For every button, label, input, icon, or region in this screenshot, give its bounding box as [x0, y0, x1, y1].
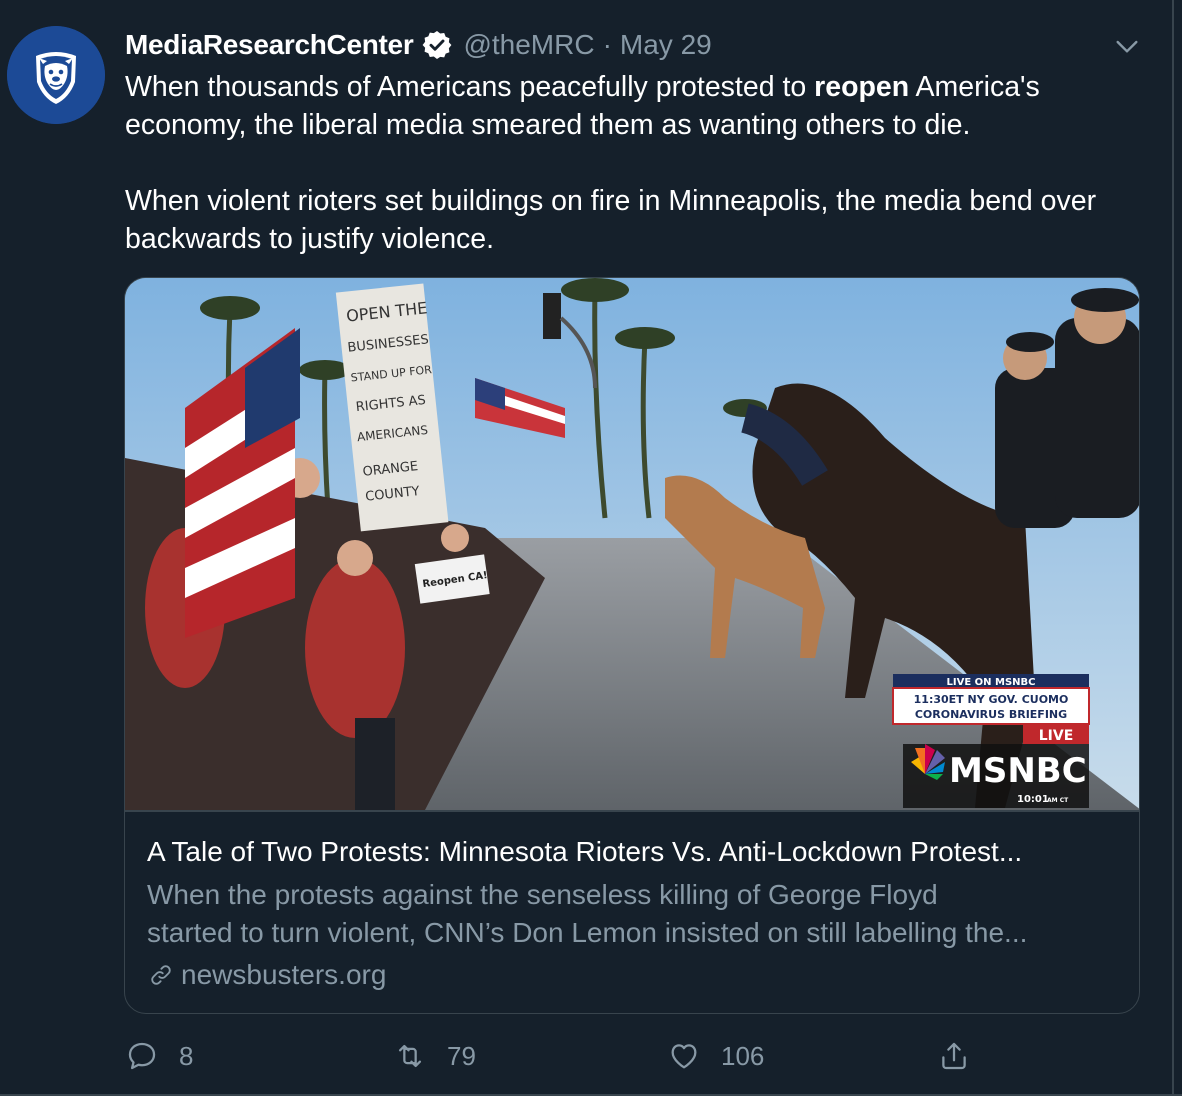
msnbc-line-1: 11:30ET NY GOV. CUOMO [914, 693, 1069, 706]
avatar[interactable] [7, 26, 105, 124]
chevron-down-icon[interactable] [1111, 30, 1143, 62]
card-domain[interactable]: newsbusters.org [147, 957, 386, 993]
like-count: 106 [721, 1040, 765, 1071]
retweet-icon [398, 1044, 422, 1068]
tweet-text-part: When thousands of Americans peacefully p… [125, 71, 815, 103]
display-name[interactable]: MediaResearchCenter [125, 29, 414, 61]
mrc-bulldog-logo-icon [7, 26, 105, 124]
link-card[interactable]: OPEN THE BUSINESSES STAND UP FOR RIGHTS … [124, 277, 1140, 1014]
card-description-line: started to turn violent, CNN’s Don Lemon… [147, 917, 1028, 948]
msnbc-live-header: LIVE ON MSNBC [947, 677, 1036, 688]
tweet-text-bold: reopen [814, 71, 910, 103]
tweet-text: When thousands of Americans peacefully p… [125, 68, 1145, 258]
card-title[interactable]: A Tale of Two Protests: Minnesota Rioter… [147, 834, 1127, 870]
msnbc-brand: MSNBC [949, 751, 1087, 791]
timeline-right-border [1172, 0, 1174, 1096]
tweet-date[interactable]: May 29 [620, 29, 712, 61]
like-icon [671, 1044, 697, 1069]
protest-photo: OPEN THE BUSINESSES STAND UP FOR RIGHTS … [125, 278, 1139, 810]
handle[interactable]: @theMRC [463, 29, 594, 61]
share-icon [942, 1042, 966, 1070]
tweet-actions: 8 79 106 [125, 1034, 1125, 1078]
card-image: OPEN THE BUSINESSES STAND UP FOR RIGHTS … [125, 278, 1139, 810]
reply-icon [128, 1042, 156, 1070]
like-button[interactable]: 106 [667, 1034, 764, 1078]
msnbc-line-2: CORONAVIRUS BRIEFING [915, 708, 1067, 721]
verified-badge-icon [423, 31, 452, 59]
tweet-paragraph-2: When violent rioters set buildings on fi… [125, 185, 1097, 255]
link-icon [151, 965, 171, 985]
card-domain-text: newsbusters.org [181, 959, 387, 990]
share-button[interactable] [937, 1034, 971, 1078]
retweet-button[interactable]: 79 [393, 1034, 476, 1078]
reply-count: 8 [179, 1040, 194, 1071]
card-description-line: When the protests against the senseless … [147, 879, 938, 910]
card-description: When the protests against the senseless … [147, 876, 1127, 952]
msnbc-live-badge: LIVE [1039, 728, 1074, 744]
msnbc-time: 10:01 [1017, 794, 1049, 805]
separator-dot: · [602, 29, 612, 60]
tweet-paragraph-1: When thousands of Americans peacefully p… [125, 68, 1145, 144]
retweet-count: 79 [447, 1040, 476, 1071]
reply-button[interactable]: 8 [125, 1034, 193, 1078]
card-divider [125, 810, 1139, 812]
msnbc-time-suffix: AM CT [1047, 797, 1069, 804]
tweet-header: MediaResearchCenter @theMRC · May 29 [125, 25, 712, 65]
